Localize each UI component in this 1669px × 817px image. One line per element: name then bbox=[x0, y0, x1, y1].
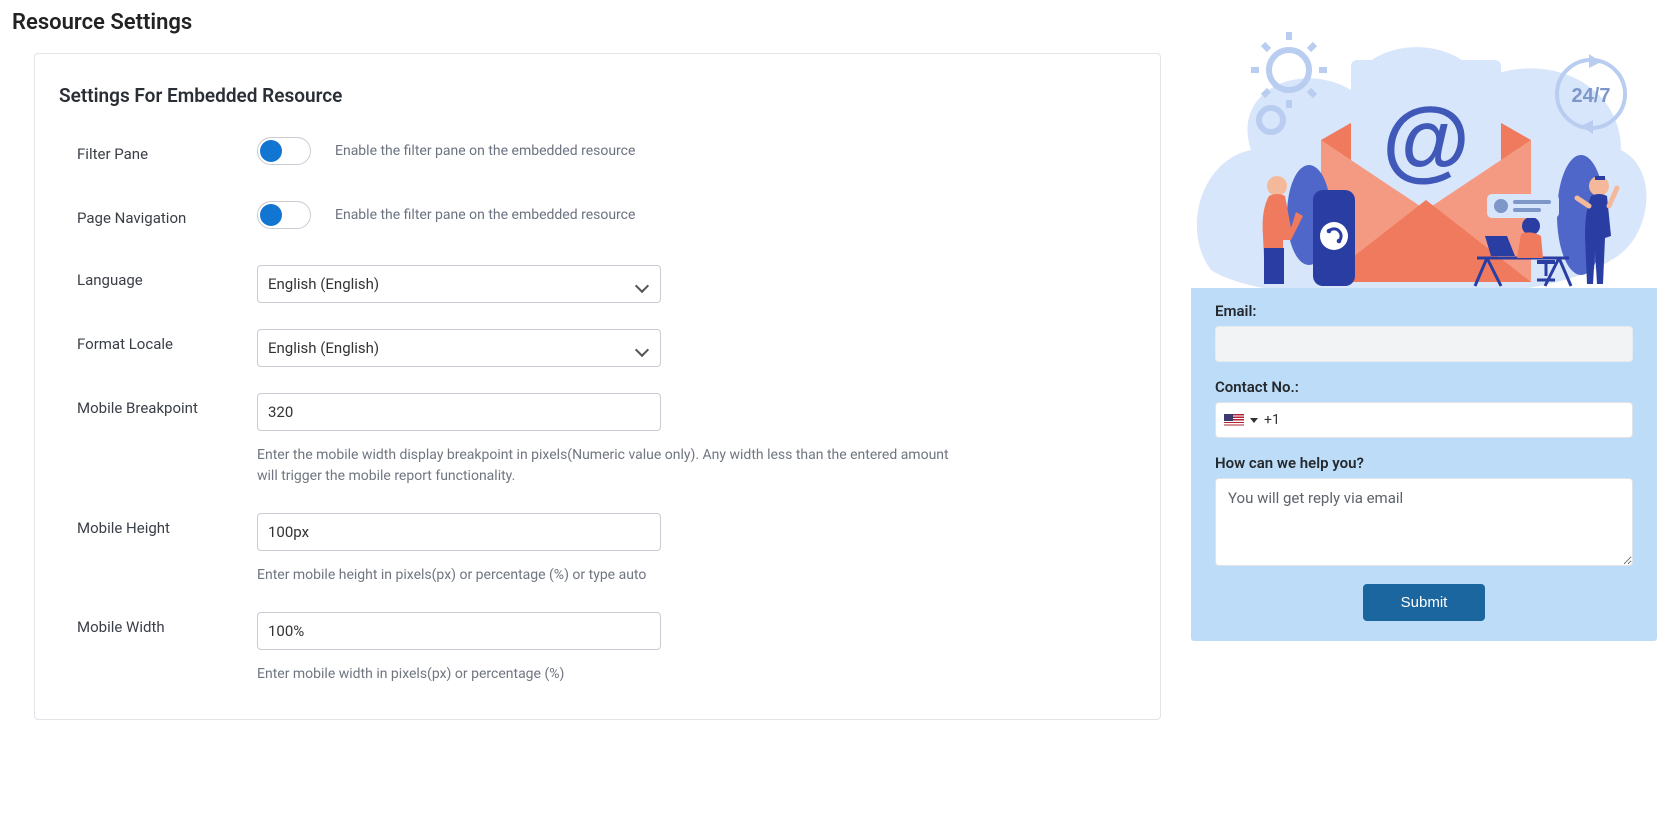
email-label: Email: bbox=[1215, 302, 1633, 320]
filter-pane-desc: Enable the filter pane on the embedded r… bbox=[335, 143, 635, 159]
email-input[interactable] bbox=[1215, 326, 1633, 362]
phone-input[interactable] bbox=[1264, 412, 1624, 428]
page-navigation-toggle[interactable] bbox=[257, 201, 311, 229]
contact-no-label: Contact No.: bbox=[1215, 378, 1633, 396]
flag-us-icon bbox=[1224, 414, 1244, 427]
contact-illustration: 24/7 @ bbox=[1191, 10, 1657, 288]
format-locale-row: Format Locale English (English) bbox=[59, 329, 1136, 367]
page-title: Resource Settings bbox=[12, 10, 1161, 35]
mobile-height-input[interactable] bbox=[257, 513, 661, 551]
language-label: Language bbox=[59, 265, 257, 289]
country-caret-icon[interactable] bbox=[1250, 418, 1258, 423]
mobile-width-row: Mobile Width Enter mobile width in pixel… bbox=[59, 612, 1136, 685]
message-textarea[interactable] bbox=[1215, 478, 1633, 566]
format-locale-label: Format Locale bbox=[59, 329, 257, 353]
submit-button[interactable]: Submit bbox=[1363, 584, 1486, 621]
page-navigation-label: Page Navigation bbox=[59, 203, 257, 227]
mobile-breakpoint-label: Mobile Breakpoint bbox=[59, 393, 257, 417]
mobile-breakpoint-input[interactable] bbox=[257, 393, 661, 431]
phone-input-wrap[interactable] bbox=[1215, 402, 1633, 438]
mobile-breakpoint-help: Enter the mobile width display breakpoin… bbox=[257, 445, 967, 487]
help-label: How can we help you? bbox=[1215, 454, 1633, 472]
language-row: Language English (English) bbox=[59, 265, 1136, 303]
page-navigation-desc: Enable the filter pane on the embedded r… bbox=[335, 207, 635, 223]
mobile-width-help: Enter mobile width in pixels(px) or perc… bbox=[257, 664, 967, 685]
mobile-width-input[interactable] bbox=[257, 612, 661, 650]
format-locale-select[interactable]: English (English) bbox=[257, 329, 661, 367]
mobile-breakpoint-row: Mobile Breakpoint Enter the mobile width… bbox=[59, 393, 1136, 487]
filter-pane-toggle[interactable] bbox=[257, 137, 311, 165]
mobile-height-label: Mobile Height bbox=[59, 513, 257, 537]
settings-card: Settings For Embedded Resource Filter Pa… bbox=[34, 53, 1161, 720]
mobile-height-row: Mobile Height Enter mobile height in pix… bbox=[59, 513, 1136, 586]
page-navigation-row: Page Navigation Enable the filter pane o… bbox=[59, 201, 1136, 229]
mobile-width-label: Mobile Width bbox=[59, 612, 257, 636]
language-select[interactable]: English (English) bbox=[257, 265, 661, 303]
contact-card: 24/7 @ bbox=[1191, 10, 1657, 641]
filter-pane-label: Filter Pane bbox=[59, 139, 257, 163]
badge-247-text: 24/7 bbox=[1572, 85, 1611, 107]
at-symbol-icon: @ bbox=[1382, 90, 1470, 190]
mobile-height-help: Enter mobile height in pixels(px) or per… bbox=[257, 565, 967, 586]
card-title: Settings For Embedded Resource bbox=[59, 84, 1136, 107]
filter-pane-row: Filter Pane Enable the filter pane on th… bbox=[59, 137, 1136, 165]
